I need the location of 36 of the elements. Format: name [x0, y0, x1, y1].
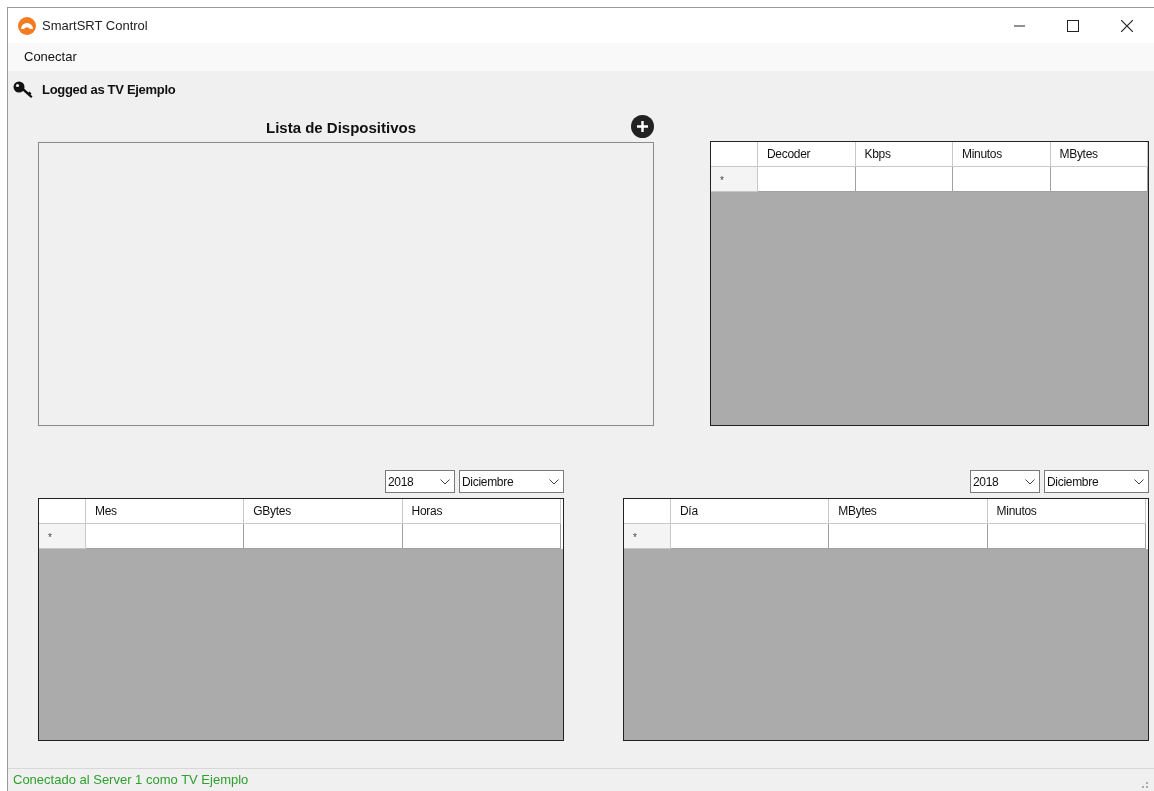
window-title: SmartSRT Control: [42, 16, 148, 35]
table-cell[interactable]: [244, 524, 403, 549]
plus-icon: [637, 121, 648, 132]
data-grid[interactable]: Mes GBytes Horas *: [38, 498, 564, 741]
dropdown[interactable]: Diciembre: [459, 470, 564, 493]
dropdown[interactable]: Diciembre: [1044, 470, 1149, 493]
table-cell[interactable]: [1050, 167, 1148, 192]
status-text: Conectado al Server 1 como TV Ejemplo: [13, 771, 249, 790]
new-row-marker: *: [39, 524, 86, 549]
maximize-icon: [1067, 19, 1079, 32]
chevron-down-icon: [549, 478, 559, 485]
table-cell[interactable]: [953, 167, 1051, 192]
chevron-down-icon: [1025, 478, 1035, 485]
dropdown[interactable]: 2018: [385, 470, 455, 493]
table-cell[interactable]: [829, 524, 988, 549]
chevron-down-icon: [440, 478, 450, 485]
device-list-title: Lista de Dispositivos: [265, 118, 416, 139]
add-device-button[interactable]: [631, 115, 654, 138]
dropdown[interactable]: 2018: [970, 470, 1040, 493]
resize-grip-icon[interactable]: [1140, 780, 1148, 788]
new-row-marker: *: [711, 167, 758, 192]
table-cell[interactable]: [671, 524, 830, 549]
table-cell[interactable]: [86, 524, 245, 549]
new-row-marker: *: [624, 524, 671, 549]
table-cell[interactable]: [987, 524, 1146, 549]
key-icon: [13, 81, 33, 99]
chevron-down-icon: [1134, 478, 1144, 485]
close-icon: [1121, 19, 1133, 32]
table-cell[interactable]: [758, 167, 856, 192]
data-grid[interactable]: Decoder Kbps Minutos MBytes *: [710, 141, 1149, 426]
table-cell[interactable]: [402, 524, 561, 549]
login-label: Logged as TV Ejemplo: [42, 81, 176, 100]
menu-item[interactable]: Conectar: [18, 46, 83, 68]
app-logo-icon: [18, 16, 36, 35]
data-grid[interactable]: Día MBytes Minutos *: [623, 498, 1149, 741]
table-cell[interactable]: [855, 167, 953, 192]
